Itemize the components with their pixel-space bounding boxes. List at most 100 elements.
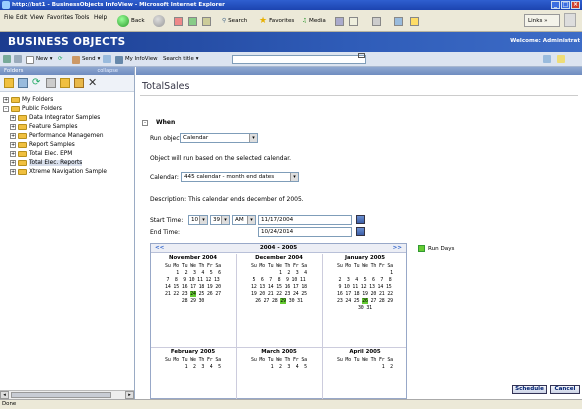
start-hour-select[interactable]: 10 ▾ [188, 215, 208, 225]
refresh-icon[interactable]: ⟳ [32, 78, 42, 88]
expand-icon[interactable]: + [10, 123, 16, 130]
links-button[interactable]: Links » [524, 14, 560, 27]
cancel-button[interactable]: Cancel [550, 385, 580, 394]
windows-logo-icon [564, 13, 576, 27]
folder-tree-item[interactable]: + Feature Samples [10, 123, 78, 131]
folder-tree-item[interactable]: + Total Elec. Reports [10, 159, 83, 167]
run-days-swatch [418, 245, 425, 252]
folder-icon [18, 159, 27, 166]
scroll-right-icon[interactable]: ▸ [125, 391, 134, 399]
search-title-dropdown[interactable]: Search title ▾ [163, 55, 199, 64]
schedule-button[interactable]: Schedule [512, 385, 547, 394]
run-day[interactable]: 26 [362, 298, 368, 304]
back-button[interactable]: Back [117, 12, 145, 30]
copy-button[interactable] [103, 55, 111, 63]
send-button[interactable]: Send ▾ [72, 55, 100, 64]
scroll-left-icon[interactable]: ◂ [0, 391, 9, 399]
calendar-picker-icon[interactable] [356, 227, 365, 236]
properties-icon[interactable] [46, 78, 56, 88]
search-input[interactable] [232, 55, 366, 64]
folder-tree-item[interactable]: + Xtreme Navigation Sample [10, 168, 107, 176]
search-go-icon[interactable] [358, 53, 365, 58]
help-button[interactable] [543, 55, 551, 63]
month-name: February 2005 [170, 349, 216, 355]
folder-icon [11, 105, 20, 112]
menu-file[interactable]: File [4, 15, 14, 21]
logoff-button[interactable] [557, 55, 565, 63]
forward-button[interactable] [153, 12, 165, 30]
folder-tree-item[interactable]: - Public Folders [3, 105, 62, 113]
calendar-info-text: Object will run based on the selected ca… [150, 155, 292, 162]
refresh-list-button[interactable]: ⟳ [58, 55, 63, 64]
collapse-icon[interactable]: - [3, 105, 9, 112]
expand-icon[interactable]: + [10, 141, 16, 148]
run-object-select[interactable]: Calendar ▾ [180, 133, 258, 143]
edit-button[interactable] [394, 12, 403, 30]
expand-icon[interactable]: + [10, 132, 16, 139]
preferences-button[interactable] [3, 55, 11, 63]
expand-icon[interactable]: + [10, 168, 16, 175]
menu-edit[interactable]: Edit [16, 15, 27, 21]
folder-tree-item[interactable]: + My Folders [3, 96, 53, 104]
next-year-link[interactable]: >> [393, 244, 402, 253]
calendar-select[interactable]: 445 calendar - month end dates ▾ [181, 172, 299, 182]
history-button[interactable] [335, 12, 344, 30]
folder-tree-item[interactable]: + Report Samples [10, 141, 75, 149]
logoff-icon [557, 55, 565, 63]
mail-button[interactable] [349, 12, 358, 30]
prev-year-link[interactable]: << [155, 244, 164, 253]
home-button[interactable] [202, 12, 211, 30]
myinfoview-button[interactable]: My InfoView [115, 55, 158, 64]
folders-header: Folders collapse [0, 67, 134, 75]
week-row: 5 6 7 8 9 10 11 [252, 277, 306, 283]
folder-icon [18, 114, 27, 121]
folder-tree-item[interactable]: + Total Elec. EPM [10, 150, 72, 158]
expand-icon[interactable]: + [10, 150, 16, 157]
refresh-button[interactable] [188, 12, 197, 30]
run-day[interactable]: 24 [190, 291, 196, 297]
start-minute-select[interactable]: 39 ▾ [210, 215, 230, 225]
calendar-picker-icon[interactable] [356, 215, 365, 224]
run-day[interactable]: 29 [280, 298, 286, 304]
favorites-button[interactable]: ★ Favorites [259, 12, 294, 30]
category-icon[interactable] [18, 78, 28, 88]
start-ampm-select[interactable]: AM ▾ [232, 215, 256, 225]
expand-icon[interactable]: + [10, 114, 16, 121]
folder-tree-item[interactable]: + Data Integrator Samples [10, 114, 100, 122]
messenger-button[interactable] [410, 12, 419, 30]
new-folder-icon[interactable] [60, 78, 70, 88]
when-expander[interactable]: - [142, 119, 148, 126]
scroll-thumb[interactable] [11, 392, 111, 398]
menu-view[interactable]: View [30, 15, 44, 21]
delete-icon[interactable]: ✕ [88, 77, 98, 88]
app-logo: BUSINESS OBJECTS [8, 36, 126, 48]
folder-tree-item[interactable]: + Performance Managemen [10, 132, 104, 140]
menu-favorites[interactable]: Favorites [47, 15, 73, 21]
main-header-bar [136, 67, 582, 75]
folder-label: Xtreme Navigation Sample [29, 169, 107, 175]
minimize-button[interactable]: _ [551, 1, 560, 9]
weekday-header: Su Mo Tu We Th Fr Sa [337, 263, 393, 269]
star-icon: ★ [259, 16, 268, 26]
media-button[interactable]: ♫ Media [302, 12, 326, 30]
collapse-link[interactable]: collapse [97, 67, 118, 75]
week-row: 1 2 [337, 364, 393, 370]
expand-icon[interactable]: + [3, 96, 9, 103]
close-window-button[interactable]: × [571, 1, 580, 9]
move-folder-icon[interactable] [74, 78, 84, 88]
horizontal-scrollbar[interactable]: ◂ ▸ [0, 390, 134, 399]
folder-icon[interactable] [4, 78, 14, 88]
menu-help[interactable]: Help [94, 15, 107, 21]
end-date-input[interactable]: 10/24/2014 [258, 227, 352, 237]
document-list-button[interactable] [14, 55, 22, 63]
search-button[interactable]: ⚲ Search [222, 12, 247, 30]
start-date-input[interactable]: 11/17/2004 [258, 215, 352, 225]
print-button[interactable] [372, 12, 381, 30]
maximize-button[interactable]: □ [561, 1, 570, 9]
stop-button[interactable] [174, 12, 183, 30]
end-time-label: End Time: [150, 229, 181, 236]
menu-tools[interactable]: Tools [75, 15, 89, 21]
expand-icon[interactable]: + [10, 159, 16, 166]
week-row: 30 31 [358, 305, 372, 311]
new-button[interactable]: New ▾ [26, 55, 52, 64]
